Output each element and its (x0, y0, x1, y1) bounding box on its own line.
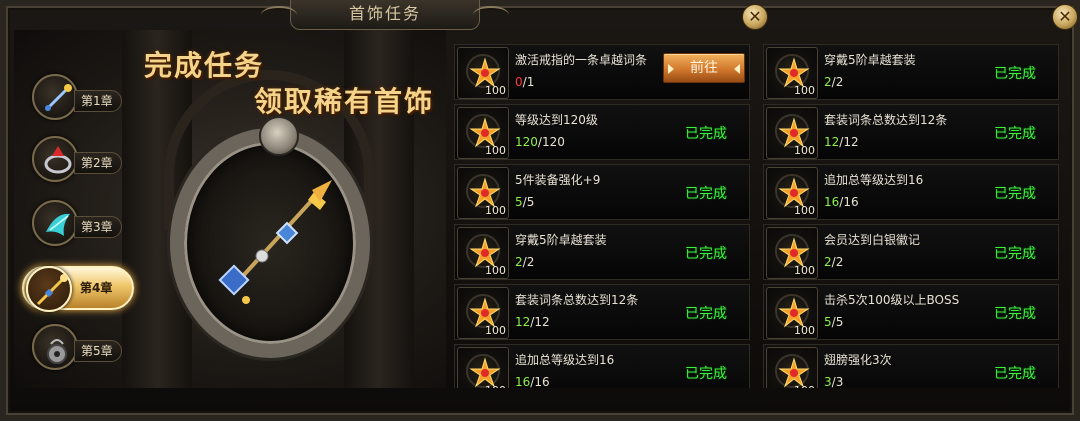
reward-qty: 100 (794, 324, 815, 337)
task-progress: 2/2 (515, 255, 535, 269)
chapter-label: 第2章 (74, 152, 122, 174)
status-completed: 已完成 (685, 186, 727, 202)
chapter-tab-3[interactable]: 第3章 (24, 200, 128, 248)
status-completed: 已完成 (994, 366, 1036, 382)
chapter-label: 第4章 (80, 281, 113, 295)
reward-qty: 100 (485, 204, 506, 217)
status-completed: 已完成 (685, 366, 727, 382)
task-row: 100 激活戒指的一条卓越词条 0/1 前往 (454, 44, 750, 100)
window-title: 首饰任务 (261, 0, 509, 30)
reward-qty: 100 (794, 84, 815, 97)
reward-qty: 100 (794, 144, 815, 157)
wing-icon (32, 200, 78, 246)
task-name: 会员达到白银徽记 (824, 233, 921, 247)
reward-qty: 100 (485, 84, 506, 97)
reward-qty: 100 (794, 384, 815, 388)
amulet-icon (32, 324, 78, 370)
status-completed: 已完成 (685, 306, 727, 322)
chapter-tab-2[interactable]: 第2章 (24, 136, 128, 184)
chapter-tab-4[interactable]: 第4章 (22, 266, 134, 312)
task-row: 100 穿戴5阶卓越套装 2/2 已完成 (454, 224, 750, 280)
reward-qty: 100 (485, 324, 506, 337)
task-progress: 120/120 (515, 135, 565, 149)
task-name: 穿戴5阶卓越套装 (824, 53, 916, 67)
task-name: 翅膀强化3次 (824, 353, 892, 367)
task-row: 100 翅膀强化3次 3/3 已完成 (763, 344, 1059, 388)
task-name: 激活戒指的一条卓越词条 (515, 53, 648, 67)
task-progress: 3/3 (824, 375, 844, 388)
scepter-icon (26, 266, 72, 312)
task-progress: 2/2 (824, 255, 844, 269)
status-completed: 已完成 (994, 246, 1036, 262)
chapter-label: 第1章 (74, 90, 122, 112)
reward-qty: 100 (794, 264, 815, 277)
task-progress: 12/12 (515, 315, 550, 329)
reward-qty: 100 (485, 144, 506, 157)
task-progress: 16/16 (515, 375, 550, 388)
task-row: 100 追加总等级达到16 16/16 已完成 (454, 344, 750, 388)
reward-qty: 100 (794, 204, 815, 217)
ring-icon (32, 136, 78, 182)
chapter-tab-1[interactable]: 第1章 (24, 74, 128, 122)
task-row: 100 追加总等级达到16 16/16 已完成 (763, 164, 1059, 220)
task-name: 追加总等级达到16 (515, 353, 615, 367)
reward-qty: 100 (485, 264, 506, 277)
reward-item[interactable]: 100 (457, 347, 509, 388)
task-progress: 12/12 (824, 135, 859, 149)
reward-item[interactable]: 100 (766, 347, 818, 388)
task-name: 穿戴5阶卓越套装 (515, 233, 607, 247)
chapter-tab-5[interactable]: 第5章 (24, 324, 128, 372)
task-name: 等级达到120级 (515, 113, 598, 127)
close-icon[interactable]: ✕ (742, 4, 768, 30)
task-progress: 5/5 (515, 195, 535, 209)
task-list-right[interactable]: 100 穿戴5阶卓越套装 2/2 已完成 100 套装词条总数达到12条 12/… (763, 44, 1059, 388)
task-row: 100 套装词条总数达到12条 12/12 已完成 (454, 284, 750, 340)
task-row: 100 等级达到120级 120/120 已完成 (454, 104, 750, 160)
status-completed: 已完成 (685, 126, 727, 142)
task-name: 套装词条总数达到12条 (824, 113, 948, 127)
reward-item[interactable]: 100 (766, 107, 818, 159)
task-name: 5件装备强化+9 (515, 173, 601, 187)
reward-item[interactable]: 100 (766, 227, 818, 279)
task-list-left[interactable]: 100 激活戒指的一条卓越词条 0/1 前往 100 等级达到120级 120/… (454, 44, 750, 388)
task-progress: 16/16 (824, 195, 859, 209)
reward-item[interactable]: 100 (457, 227, 509, 279)
task-row: 100 穿戴5阶卓越套装 2/2 已完成 (763, 44, 1059, 100)
task-row: 100 套装词条总数达到12条 12/12 已完成 (763, 104, 1059, 160)
scepter-icon (32, 74, 78, 120)
reward-qty: 100 (485, 384, 506, 388)
reward-item[interactable]: 100 (457, 167, 509, 219)
chapter-label: 第3章 (74, 216, 122, 238)
goto-button[interactable]: 前往 (663, 53, 745, 83)
task-name: 追加总等级达到16 (824, 173, 924, 187)
close-icon[interactable]: ✕ (1052, 4, 1078, 30)
reward-item[interactable]: 100 (766, 167, 818, 219)
task-row: 100 会员达到白银徽记 2/2 已完成 (763, 224, 1059, 280)
status-completed: 已完成 (994, 186, 1036, 202)
reward-item[interactable]: 100 (457, 107, 509, 159)
status-completed: 已完成 (994, 66, 1036, 82)
reward-item[interactable]: 100 (766, 47, 818, 99)
task-progress: 2/2 (824, 75, 844, 89)
reward-item[interactable]: 100 (457, 287, 509, 339)
reward-item[interactable]: 100 (766, 287, 818, 339)
status-completed: 已完成 (685, 246, 727, 262)
task-row: 100 击杀5次100级以上BOSS 5/5 已完成 (763, 284, 1059, 340)
status-completed: 已完成 (994, 306, 1036, 322)
status-completed: 已完成 (994, 126, 1036, 142)
task-progress: 5/5 (824, 315, 844, 329)
task-row: 100 5件装备强化+9 5/5 已完成 (454, 164, 750, 220)
task-name: 击杀5次100级以上BOSS (824, 293, 960, 307)
reward-item[interactable]: 100 (457, 47, 509, 99)
chapter-label: 第5章 (74, 340, 122, 362)
task-progress: 0/1 (515, 75, 535, 89)
task-name: 套装词条总数达到12条 (515, 293, 639, 307)
